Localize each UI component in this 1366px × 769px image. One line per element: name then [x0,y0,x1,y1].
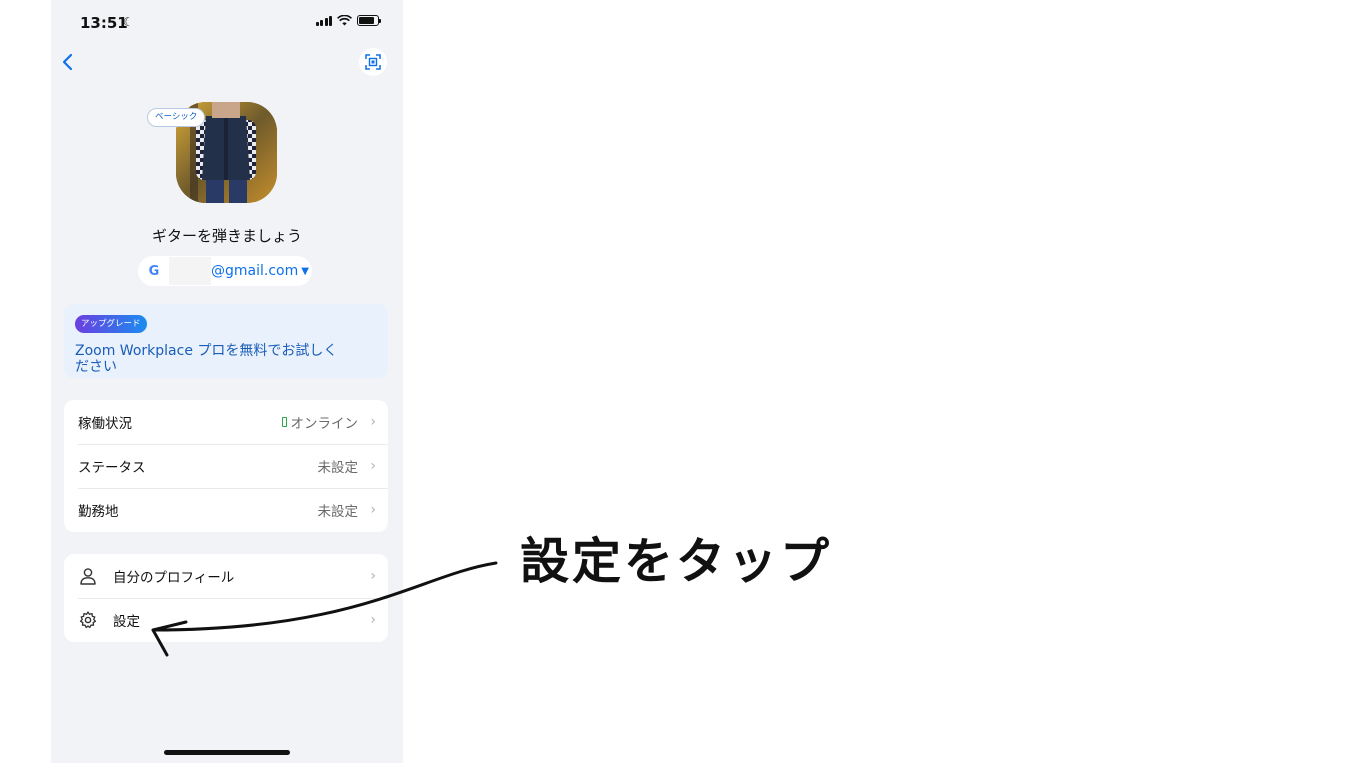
plan-badge: ベーシック [147,108,206,127]
row-settings[interactable]: 設定 › [64,598,388,642]
row-work-location[interactable]: 勤務地 未設定 › [64,488,388,532]
row-my-profile[interactable]: 自分のプロフィール › [64,554,388,598]
row-label: 設定 [113,614,140,630]
chevron-right-icon: › [370,414,376,430]
qr-scan-icon [365,54,381,70]
row-label: ステータス [78,460,146,476]
chevron-right-icon: › [370,458,376,474]
system-icons [315,15,381,26]
row-availability[interactable]: 稼働状況 オンライン › [64,400,388,444]
menu-card: 自分のプロフィール › 設定 › [64,554,388,642]
phone-screen: 13:51 ☾ ベーシック ギターを弾きましょう G @gmail.com ▼ … [51,0,403,763]
home-indicator[interactable] [164,750,290,755]
account-switcher[interactable]: G @gmail.com ▼ [138,256,312,286]
row-label: 自分のプロフィール [113,570,235,586]
battery-icon [357,15,381,26]
chevron-down-icon: ▼ [301,265,309,277]
chevron-right-icon: › [370,612,376,628]
upgrade-card[interactable]: アップグレード Zoom Workplace プロを無料でお試しください [64,304,388,378]
upgrade-text: Zoom Workplace プロを無料でお試しください [75,343,338,375]
row-value: 未設定 [317,460,359,476]
scan-qr-button[interactable] [359,48,387,76]
availability-value: オンライン [290,416,359,432]
status-card: 稼働状況 オンライン › ステータス 未設定 › 勤務地 未設定 › [64,400,388,532]
email-redaction [169,257,211,285]
online-indicator-icon [281,417,287,427]
status-time: 13:51 [80,14,128,32]
row-value: 未設定 [317,504,359,520]
annotation-text: 設定をタップ [520,533,833,590]
row-value: オンライン [281,412,359,432]
row-status[interactable]: ステータス 未設定 › [64,444,388,488]
chevron-left-icon [62,53,73,71]
row-label: 勤務地 [78,504,119,520]
upgrade-tag: アップグレード [75,315,147,333]
account-email: @gmail.com [211,263,299,279]
google-icon: G [148,263,160,279]
display-name: ギターを弾きましょう [151,227,302,245]
gear-icon [79,611,97,629]
status-bar: 13:51 ☾ [51,0,403,46]
back-button[interactable] [56,50,80,74]
row-label: 稼働状況 [78,416,132,432]
cellular-signal-icon [315,15,332,26]
chevron-right-icon: › [370,568,376,584]
person-icon [80,568,96,585]
wifi-icon [337,15,352,26]
moon-icon: ☾ [123,15,134,29]
chevron-right-icon: › [370,502,376,518]
